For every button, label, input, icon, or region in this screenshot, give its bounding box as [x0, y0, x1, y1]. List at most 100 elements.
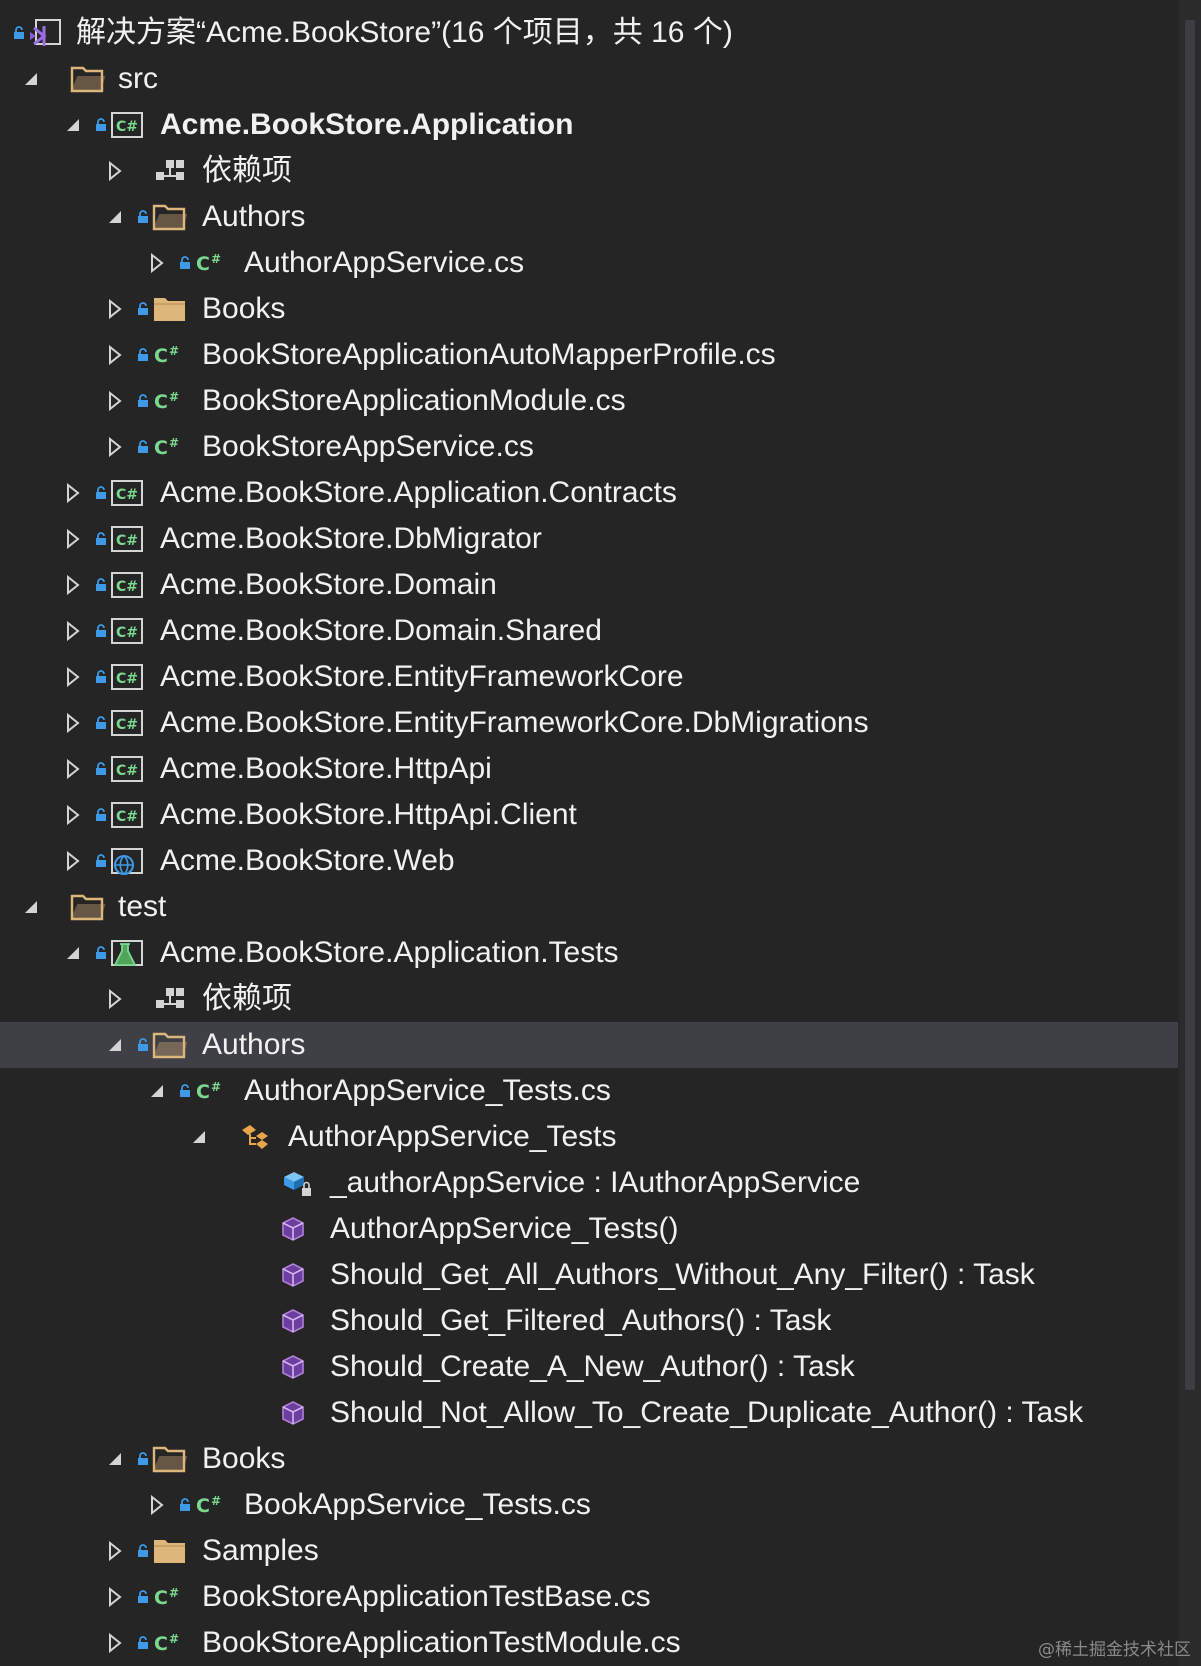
tree-node-project[interactable]: C# Acme.BookStore.DbMigrator — [0, 516, 1178, 562]
node-icons — [136, 1436, 188, 1482]
collapse-arrow-icon[interactable] — [104, 286, 126, 332]
tree-node-dependencies[interactable]: 依赖项 — [0, 976, 1178, 1022]
tree-node-folder[interactable]: Books — [0, 1436, 1178, 1482]
collapse-arrow-icon[interactable] — [62, 700, 84, 746]
tree-node-label: AuthorAppService_Tests.cs — [244, 1074, 611, 1107]
lock-icon — [94, 930, 108, 976]
folder-open-icon — [152, 202, 188, 232]
tree-node-project[interactable]: C# Acme.BookStore.Application.Contracts — [0, 470, 1178, 516]
tree-node-folder[interactable]: Samples — [0, 1528, 1178, 1574]
tree-node-project[interactable]: C# Acme.BookStore.HttpApi.Client — [0, 792, 1178, 838]
node-icons — [70, 884, 106, 930]
tree-node-project[interactable]: Acme.BookStore.Web — [0, 838, 1178, 884]
tree-node-label: Authors — [202, 200, 306, 233]
scrollbar-thumb[interactable] — [1185, 20, 1195, 1390]
node-icons — [238, 1114, 274, 1160]
collapse-arrow-icon[interactable] — [104, 424, 126, 470]
tree-node-file[interactable]: C # BookStoreApplicationTestBase.cs — [0, 1574, 1178, 1620]
svg-text:#: # — [169, 436, 179, 450]
tree-node-project[interactable]: Acme.BookStore.Application.Tests — [0, 930, 1178, 976]
collapse-arrow-icon[interactable] — [104, 976, 126, 1022]
vertical-scrollbar[interactable] — [1179, 0, 1201, 1666]
expand-arrow-icon[interactable] — [146, 1068, 168, 1114]
node-icons: C# — [136, 424, 188, 470]
tree-node-label: Acme.BookStore.DbMigrator — [160, 522, 542, 555]
node-icons: C# — [94, 746, 146, 792]
solution-title: 解决方案“Acme.BookStore”(16 个项目，共 16 个) — [76, 16, 733, 49]
collapse-arrow-icon[interactable] — [62, 562, 84, 608]
tree-node-class[interactable]: AuthorAppService_Tests — [0, 1114, 1178, 1160]
tree-node-label: BookStoreAppService.cs — [202, 430, 534, 463]
tree-node-file[interactable]: C # BookStoreAppService.cs — [0, 424, 1178, 470]
collapse-arrow-icon[interactable] — [146, 1482, 168, 1528]
svg-text:#: # — [169, 390, 179, 404]
tree-node-label: AuthorAppService_Tests — [288, 1120, 617, 1153]
tree-node-member[interactable]: Should_Get_Filtered_Authors() : Task — [0, 1298, 1178, 1344]
collapse-arrow-icon[interactable] — [104, 148, 126, 194]
expand-arrow-icon[interactable] — [62, 930, 84, 976]
csharp-file-icon: C # — [152, 432, 188, 462]
tree-node-folder[interactable]: src — [0, 56, 1178, 102]
tree-node-member[interactable]: Should_Not_Allow_To_Create_Duplicate_Aut… — [0, 1390, 1178, 1436]
lock-icon — [94, 470, 108, 516]
svg-text:C#: C# — [116, 625, 138, 641]
collapse-arrow-icon[interactable] — [62, 792, 84, 838]
tree-node-label: BookStoreApplicationTestModule.cs — [202, 1626, 681, 1659]
collapse-arrow-icon[interactable] — [62, 470, 84, 516]
tree-node-member[interactable]: _authorAppService : IAuthorAppService — [0, 1160, 1178, 1206]
tree-node-file[interactable]: C # AuthorAppService.cs — [0, 240, 1178, 286]
tree-node-member[interactable]: Should_Create_A_New_Author() : Task — [0, 1344, 1178, 1390]
collapse-arrow-icon[interactable] — [104, 332, 126, 378]
lock-icon — [94, 838, 108, 884]
collapse-arrow-icon[interactable] — [146, 240, 168, 286]
expand-arrow-icon[interactable] — [20, 884, 42, 930]
expand-arrow-icon[interactable] — [104, 194, 126, 240]
lock-icon — [94, 746, 108, 792]
svg-text:C: C — [154, 391, 168, 413]
lock-icon — [136, 378, 150, 424]
expand-arrow-icon[interactable] — [20, 56, 42, 102]
tree-node-file[interactable]: C # AuthorAppService_Tests.cs — [0, 1068, 1178, 1114]
collapse-arrow-icon[interactable] — [62, 608, 84, 654]
tree-node-file[interactable]: C # BookStoreApplicationModule.cs — [0, 378, 1178, 424]
collapse-arrow-icon[interactable] — [62, 746, 84, 792]
tree-node-folder[interactable]: Authors — [0, 194, 1178, 240]
node-icons: C# — [94, 608, 146, 654]
svg-text:C: C — [196, 253, 210, 275]
tree-node-file[interactable]: C # BookAppService_Tests.cs — [0, 1482, 1178, 1528]
expand-arrow-icon[interactable] — [62, 102, 84, 148]
tree-node-member[interactable]: AuthorAppService_Tests() — [0, 1206, 1178, 1252]
collapse-arrow-icon[interactable] — [62, 516, 84, 562]
collapse-arrow-icon[interactable] — [104, 1574, 126, 1620]
svg-text:C: C — [154, 437, 168, 459]
lock-icon — [136, 1022, 150, 1068]
tree-node-folder[interactable]: test — [0, 884, 1178, 930]
collapse-arrow-icon[interactable] — [104, 1620, 126, 1666]
expand-arrow-icon[interactable] — [104, 1436, 126, 1482]
csharp-file-icon: C # — [194, 1490, 230, 1520]
folder-icon — [152, 1536, 188, 1566]
tree-node-project[interactable]: C# Acme.BookStore.HttpApi — [0, 746, 1178, 792]
svg-text:#: # — [169, 1586, 179, 1600]
tree-node-member[interactable]: Should_Get_All_Authors_Without_Any_Filte… — [0, 1252, 1178, 1298]
collapse-arrow-icon[interactable] — [62, 654, 84, 700]
tree-node-folder[interactable]: Books — [0, 286, 1178, 332]
collapse-arrow-icon[interactable] — [104, 378, 126, 424]
tree-node-file[interactable]: C # BookStoreApplicationAutoMapperProfile.… — [0, 332, 1178, 378]
tree-node-folder[interactable]: Authors — [0, 1022, 1178, 1068]
tree-node-file[interactable]: C # BookStoreApplicationTestModule.cs — [0, 1620, 1178, 1666]
tree-node-project[interactable]: C# Acme.BookStore.EntityFrameworkCore.DbM… — [0, 700, 1178, 746]
expand-arrow-icon[interactable] — [188, 1114, 210, 1160]
solution-node[interactable]: 解决方案“Acme.BookStore”(16 个项目，共 16 个) — [0, 10, 1178, 56]
method-icon — [280, 1214, 316, 1244]
tree-node-dependencies[interactable]: 依赖项 — [0, 148, 1178, 194]
tree-node-project[interactable]: C# Acme.BookStore.Domain — [0, 562, 1178, 608]
node-icons: C# — [178, 1482, 230, 1528]
svg-text:C#: C# — [116, 717, 138, 733]
tree-node-project[interactable]: C# Acme.BookStore.Application — [0, 102, 1178, 148]
tree-node-project[interactable]: C# Acme.BookStore.EntityFrameworkCore — [0, 654, 1178, 700]
collapse-arrow-icon[interactable] — [62, 838, 84, 884]
expand-arrow-icon[interactable] — [104, 1022, 126, 1068]
tree-node-project[interactable]: C# Acme.BookStore.Domain.Shared — [0, 608, 1178, 654]
collapse-arrow-icon[interactable] — [104, 1528, 126, 1574]
